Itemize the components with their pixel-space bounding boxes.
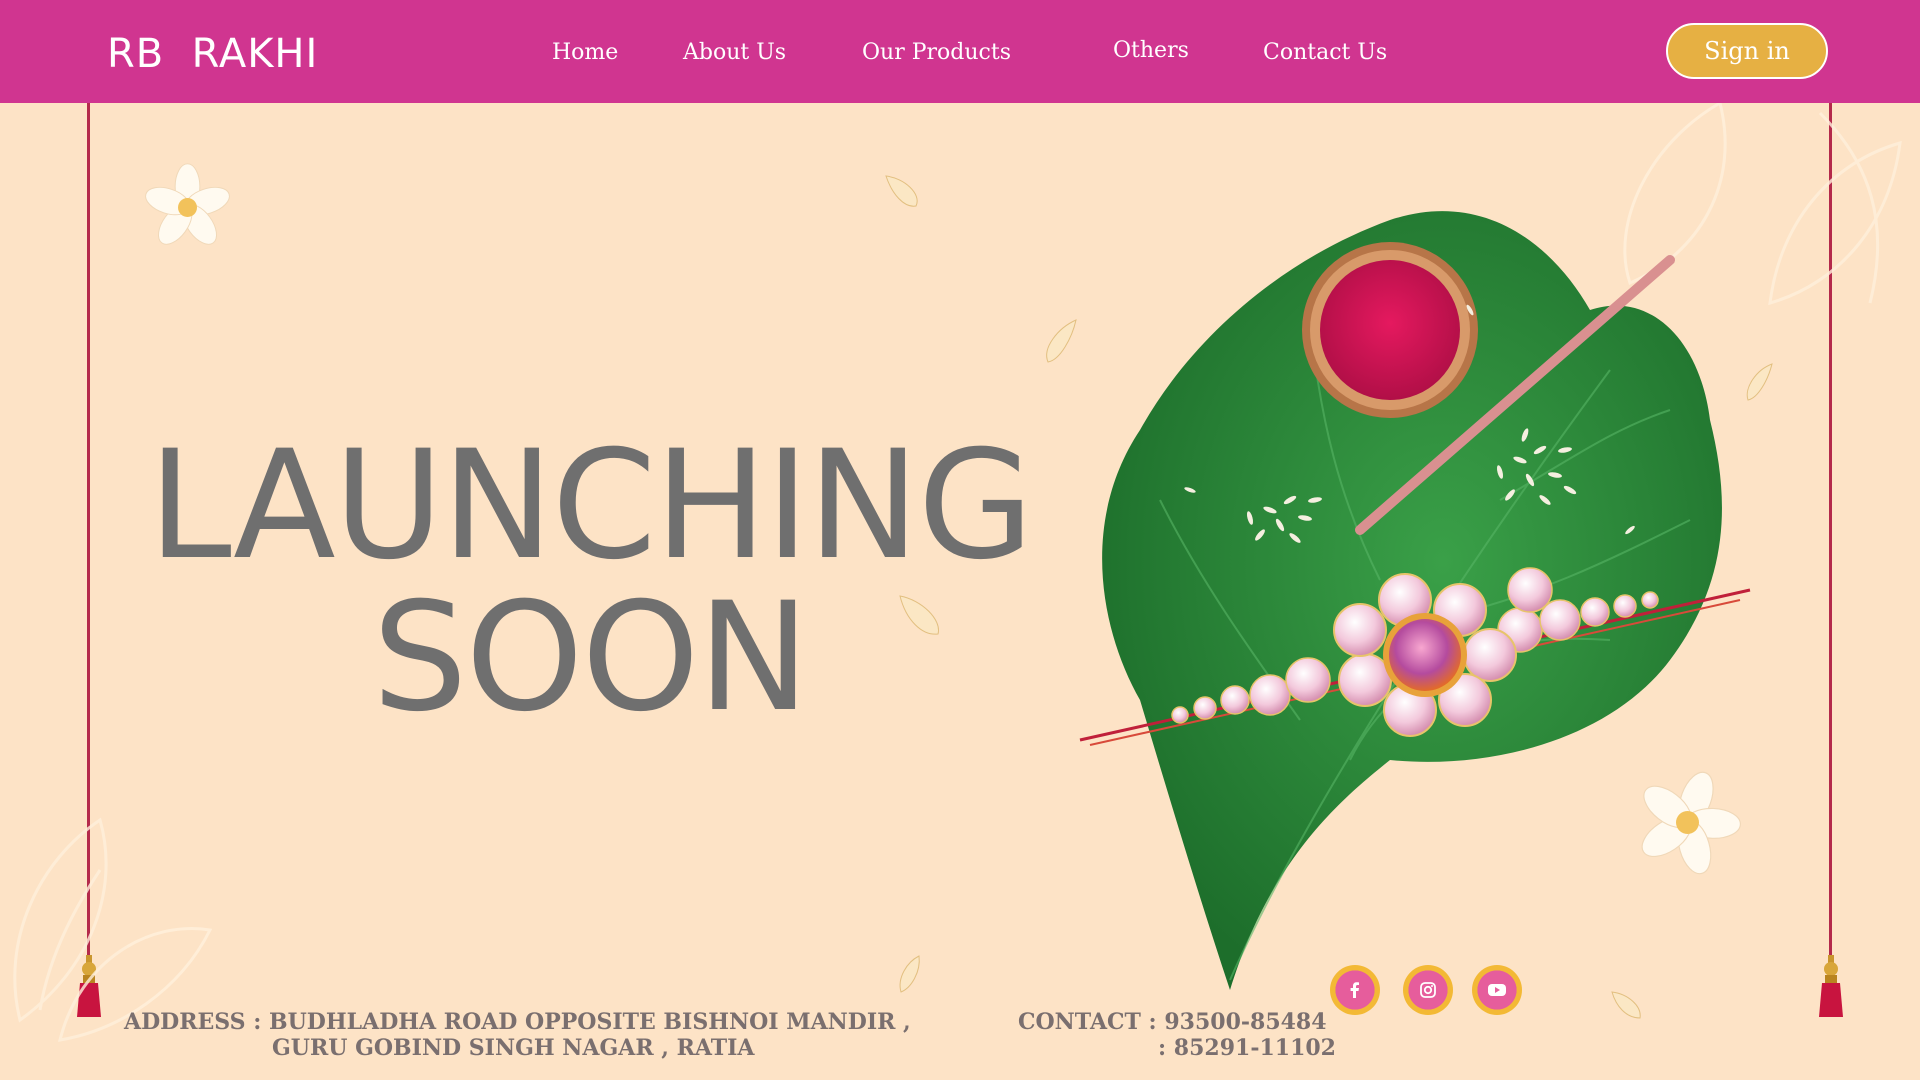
facebook-button[interactable] [1330, 965, 1380, 1015]
address-line-2: GURU GOBIND SINGH NAGAR , RATIA [272, 1035, 755, 1061]
frangipani-flower-icon [145, 163, 230, 245]
rakhi-leaf-illustration [1079, 211, 1751, 991]
headline-line-1: LAUNCHING [148, 419, 1034, 593]
facebook-icon [1350, 982, 1359, 998]
sign-in-button[interactable]: Sign in [1666, 23, 1828, 79]
top-navbar: RB RAKHI Home About Us Our Products Othe… [0, 0, 1920, 103]
brand-logo[interactable]: RB RAKHI [107, 32, 318, 76]
right-tassel-icon [1819, 955, 1843, 1017]
mandala-decoration-left [13, 817, 213, 1042]
nav-home[interactable]: Home [552, 38, 618, 68]
instagram-button[interactable] [1403, 965, 1453, 1015]
youtube-button[interactable] [1472, 965, 1522, 1015]
petal-icon [885, 175, 918, 207]
instagram-icon [1420, 982, 1436, 998]
contact-line-1: CONTACT : 93500-85484 [1018, 1009, 1327, 1035]
nav-contact-us[interactable]: Contact Us [1263, 38, 1387, 68]
nav-about-us[interactable]: About Us [683, 38, 786, 68]
headline-line-2: SOON [372, 571, 810, 745]
youtube-icon [1488, 984, 1506, 996]
contact-line-2: : 85291-11102 [1158, 1035, 1336, 1061]
nav-others[interactable]: Others [1113, 36, 1189, 66]
nav-our-products[interactable]: Our Products [862, 38, 1011, 68]
address-line-1: ADDRESS : BUDHLADHA ROAD OPPOSITE BISHNO… [124, 1009, 911, 1035]
petal-icon [899, 955, 920, 993]
launching-soon-headline: LAUNCHING SOON [130, 430, 1050, 734]
